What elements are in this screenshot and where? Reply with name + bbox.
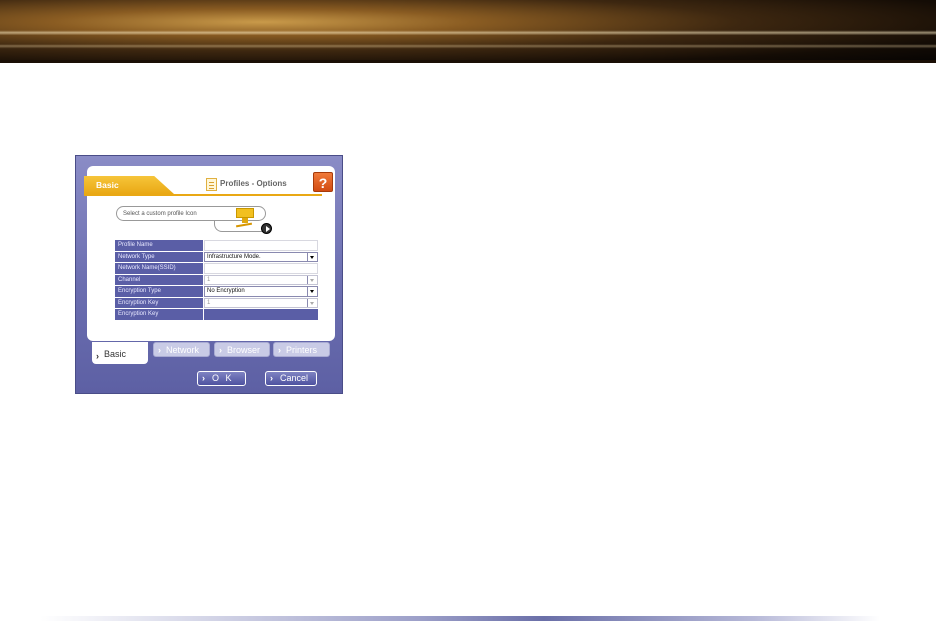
tab-printers[interactable]: Printers <box>273 342 330 358</box>
channel-row: Channel 1 <box>115 274 319 287</box>
bottom-divider <box>40 616 880 621</box>
channel-select[interactable]: 1 <box>204 274 318 285</box>
cable-shape <box>235 222 253 228</box>
dialog-title: Profiles - Options <box>220 179 287 188</box>
document-icon <box>206 178 217 191</box>
encryption-type-row: Encryption Type No Encryption <box>115 286 319 298</box>
encryption-key-input[interactable] <box>204 309 318 320</box>
encryption-key-row: Encryption Key <box>115 309 319 321</box>
network-type-select[interactable]: Infrastructure Mode. <box>204 251 318 262</box>
network-type-row: Network Type Infrastructure Mode. <box>115 251 319 264</box>
help-button[interactable]: ? <box>313 172 333 192</box>
monitor-shape <box>236 208 254 218</box>
profiles-options-dialog: Basic Profiles - Options ? Select a cust… <box>75 155 343 394</box>
next-icon-arrow-icon[interactable] <box>261 223 272 234</box>
channel-label: Channel <box>115 274 203 285</box>
ssid-input[interactable] <box>204 263 318 274</box>
ok-button[interactable]: O K <box>197 371 246 386</box>
chevron-down-icon[interactable] <box>307 252 317 261</box>
encryption-key-index-row: Encryption Key 1 <box>115 297 319 310</box>
encryption-key-label: Encryption Key <box>115 309 203 320</box>
profile-form: Profile Name Network Type Infrastructure… <box>115 240 319 321</box>
header-divider <box>84 194 322 196</box>
profile-name-label: Profile Name <box>115 240 203 251</box>
encryption-key-index-value: 1 <box>207 299 211 306</box>
encryption-type-select[interactable]: No Encryption <box>204 286 318 297</box>
cancel-button[interactable]: Cancel <box>265 371 317 386</box>
ssid-label: Network Name(SSID) <box>115 263 203 274</box>
tab-network[interactable]: Network <box>153 342 210 358</box>
network-type-label: Network Type <box>115 251 203 262</box>
encryption-type-value: No Encryption <box>207 288 245 294</box>
encryption-type-label: Encryption Type <box>115 286 203 297</box>
profile-name-row: Profile Name <box>115 240 319 252</box>
chevron-down-icon[interactable] <box>307 275 317 284</box>
profile-computer-icon[interactable] <box>235 208 254 228</box>
chevron-down-icon[interactable] <box>307 298 317 307</box>
profile-name-input[interactable] <box>204 240 318 251</box>
chevron-down-icon[interactable] <box>307 287 317 296</box>
encryption-key-index-select[interactable]: 1 <box>204 297 318 308</box>
channel-value: 1 <box>207 276 211 283</box>
tab-basic[interactable]: Basic <box>92 342 148 368</box>
encryption-key-index-label: Encryption Key <box>115 297 203 308</box>
ssid-row: Network Name(SSID) <box>115 263 319 275</box>
top-banner <box>0 0 936 63</box>
network-type-value: Infrastructure Mode. <box>207 253 261 260</box>
tab-browser[interactable]: Browser <box>214 342 270 358</box>
monitor-stand <box>242 218 248 223</box>
